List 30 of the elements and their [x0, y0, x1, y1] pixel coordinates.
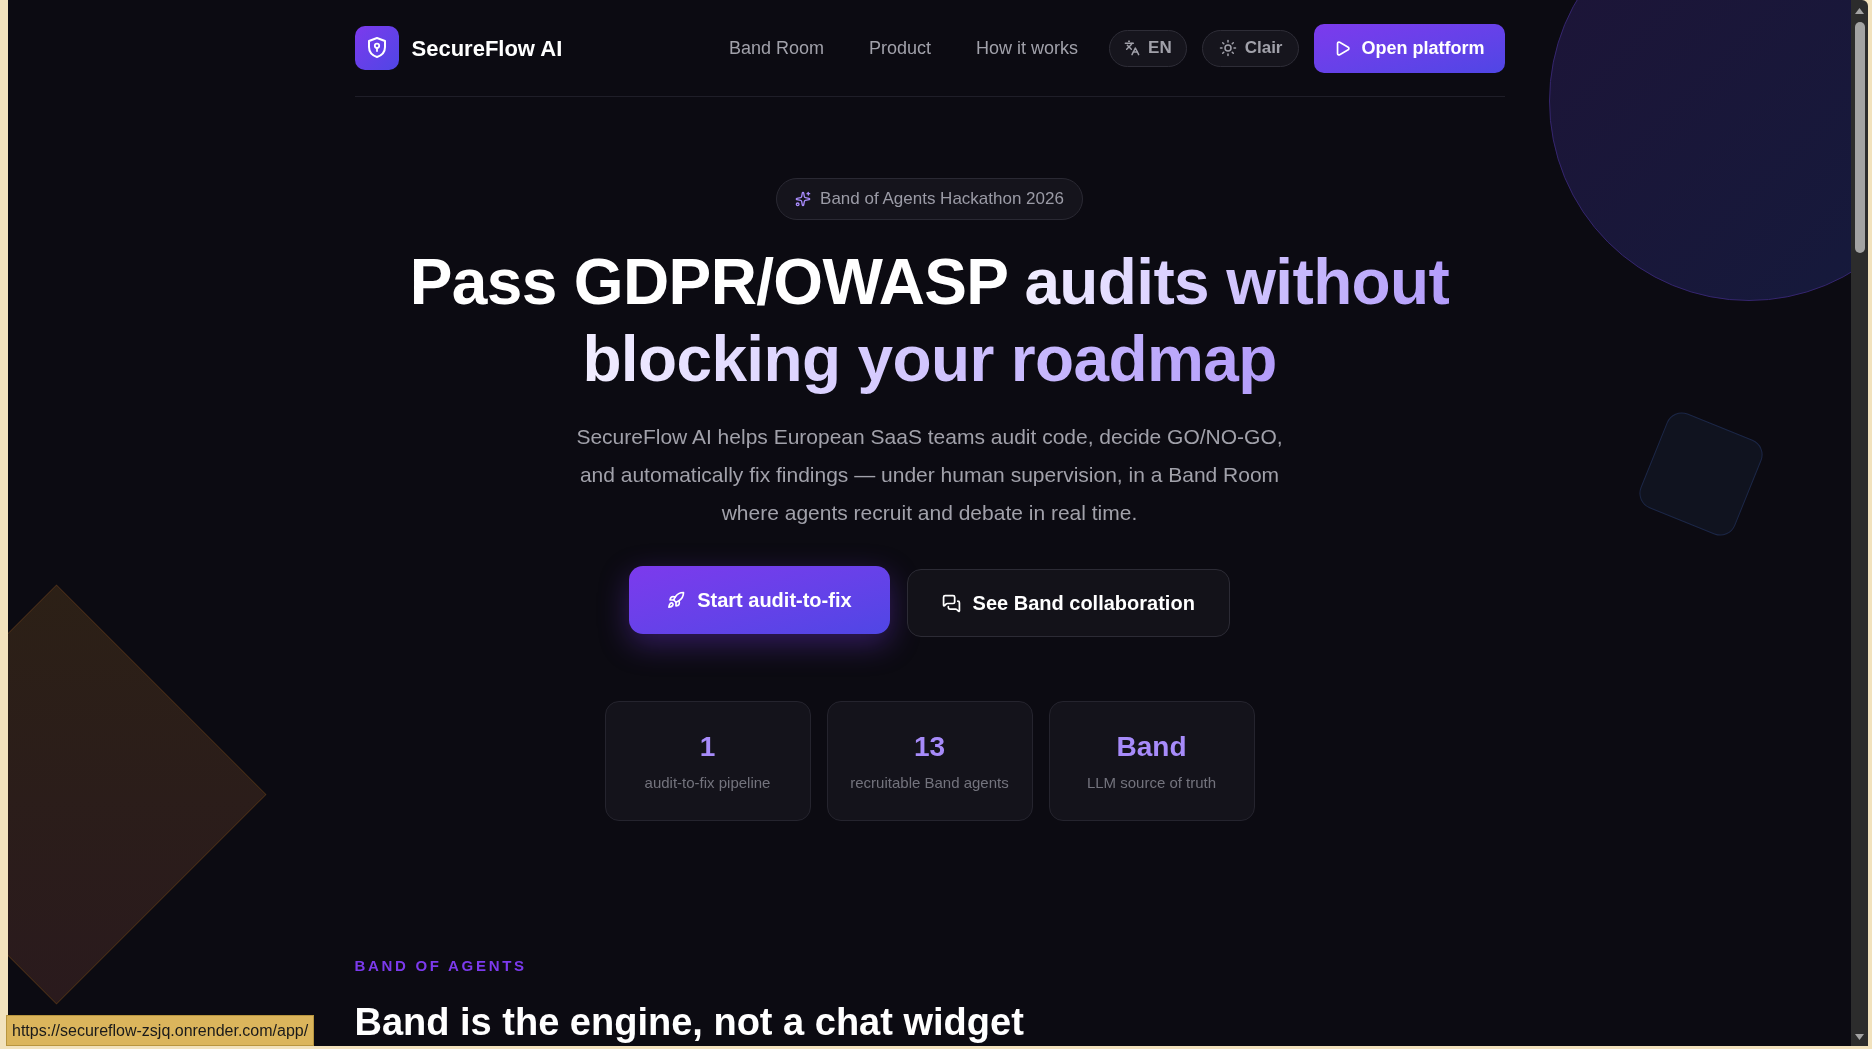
nav-link[interactable]: Product	[869, 34, 932, 62]
rocket-icon	[667, 591, 686, 609]
brand-name: SecureFlow AI	[411, 34, 563, 63]
stat-label: recruitable Band agents	[850, 774, 1009, 792]
section-heading: Band is the engine, not a chat widget	[354, 1000, 1024, 1045]
start-audit-button[interactable]: Start audit-to-fix	[629, 566, 890, 634]
nav-link[interactable]: Band Room	[728, 34, 824, 62]
language-toggle[interactable]: EN	[1109, 29, 1187, 67]
hero-description: SecureFlow AI helps European SaaS teams audit code, decide GO/NO-GO, and automatically fix findings — under human supervision, in a Band Room where agents recruit and debate in real time.	[575, 424, 1284, 526]
stat-label: LLM source of truth	[1086, 774, 1217, 792]
sun-icon	[1218, 39, 1237, 57]
hackathon-label: Band of Agents Hackathon 2026	[820, 188, 1064, 211]
open-platform-button[interactable]: Open platform	[1314, 23, 1505, 73]
shield-logo-icon	[354, 26, 399, 70]
nav-link[interactable]: How it works	[976, 34, 1079, 62]
chat-bubbles-icon	[941, 593, 961, 613]
stat-value: Band	[1116, 730, 1187, 764]
sparkle-icon	[795, 191, 812, 207]
link-url-status: https://secureflow-zsjq.onrender.com/app/	[6, 1015, 315, 1046]
scroll-up-icon[interactable]	[1855, 8, 1864, 14]
stat-value: 13	[913, 730, 946, 764]
stat-value: 1	[699, 730, 716, 764]
theme-toggle[interactable]: Clair	[1201, 29, 1300, 67]
scrollbar-thumb[interactable]	[1854, 22, 1865, 253]
stat-label: audit-to-fix pipeline	[644, 774, 771, 792]
play-icon	[1334, 39, 1352, 57]
scroll-down-icon[interactable]	[1855, 1034, 1864, 1040]
section-eyebrow: BAND OF AGENTS	[354, 957, 527, 975]
collaboration-button[interactable]: See Band collaboration	[906, 569, 1230, 637]
translate-icon	[1124, 40, 1141, 56]
